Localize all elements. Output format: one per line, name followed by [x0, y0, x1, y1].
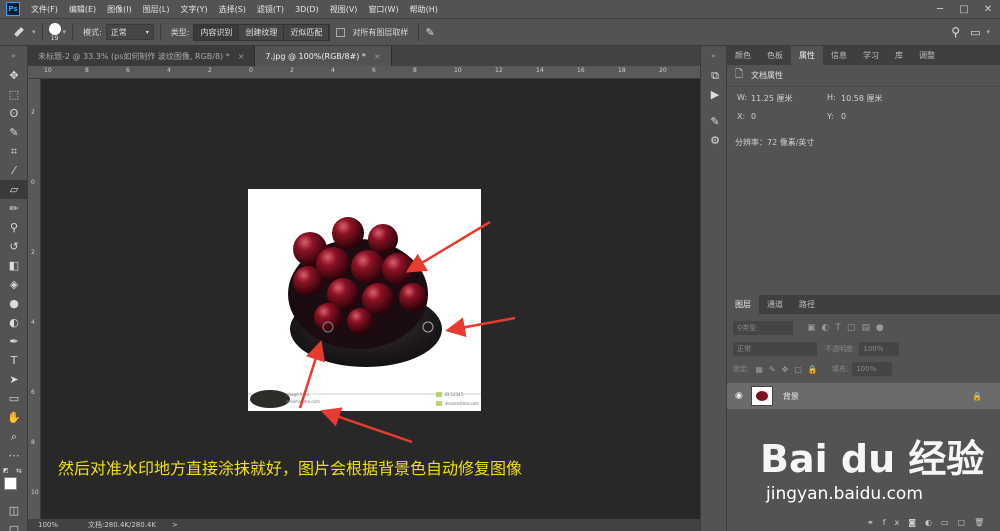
layer-row-background[interactable]: ◉ 背景 🔒 — [727, 383, 1000, 409]
actions-icon[interactable]: ▶ — [701, 85, 729, 104]
fill-label: 填充: — [831, 365, 849, 373]
tab-layers[interactable]: 图层 — [727, 295, 759, 314]
arrow — [298, 340, 325, 409]
expand-panels-icon[interactable]: « — [701, 46, 726, 66]
baidu-jingyan-url: jingyan.baidu.com — [766, 484, 923, 504]
annotation-arrows — [298, 220, 516, 444]
y-value[interactable]: 0 — [841, 112, 846, 121]
zoom-level[interactable]: 100% — [38, 521, 78, 529]
lock-row: 锁定: ▦✎✥▢🔒 填充: 100% — [733, 362, 893, 376]
caption-text: 然后对准水印地方直接涂抹就好，图片会根据背景色自动修复图像 — [58, 459, 523, 478]
layer-filter-select[interactable]: ⚲ 类型 — [733, 321, 793, 335]
layers-footer-icons[interactable]: ⚭fx◙◐▭▢🗑 — [867, 518, 993, 527]
tab-properties[interactable]: 属性 — [791, 46, 823, 65]
panel-icon-strip: « ⧉ ▶ ✎ ⚙ — [700, 46, 727, 531]
workspace-arrow-icon[interactable]: ▾ — [986, 28, 990, 36]
properties-body: W: 11.25 厘米 H: 10.58 厘米 X: 0 Y: 0 分辨率：72… — [727, 87, 1000, 154]
tab-paths[interactable]: 路径 — [791, 295, 823, 314]
tab-info[interactable]: 信息 — [823, 46, 855, 65]
properties-panel-tabs: 颜色 色板 属性 信息 学习 库 调整 — [727, 46, 1000, 65]
height-label: H: — [827, 93, 836, 102]
x-label: X: — [737, 112, 746, 121]
height-value[interactable]: 10.58 厘米 — [841, 93, 882, 104]
width-label: W: — [737, 93, 748, 102]
tab-swatches[interactable]: 色板 — [759, 46, 791, 65]
arrow — [405, 220, 491, 273]
y-label: Y: — [827, 112, 834, 121]
document-icon: 🗋 — [735, 69, 744, 80]
lock-icon: 🔒 — [972, 391, 982, 401]
blend-mode-select[interactable]: 正常 — [733, 342, 817, 356]
tab-color[interactable]: 颜色 — [727, 46, 759, 65]
lock-label: 锁定: — [733, 365, 750, 373]
eye-icon[interactable]: ◉ — [735, 391, 743, 401]
x-value[interactable]: 0 — [751, 112, 827, 121]
layer-filter-row: ⚲ 类型 ▣◐T▢▤● — [733, 321, 890, 335]
history-icon[interactable]: ⧉ — [701, 66, 729, 85]
opacity-input[interactable]: 100% — [859, 342, 900, 356]
opacity-value: 100% — [863, 345, 884, 353]
baidu-jingyan-logo: Bai du 经验 — [760, 437, 985, 481]
document-size: 文档:280.4K/280.4K — [88, 521, 156, 529]
lock-icons[interactable]: ▦✎✥▢🔒 — [755, 365, 823, 374]
properties-header: 🗋 文档属性 — [727, 65, 1000, 87]
fill-input[interactable]: 100% — [852, 362, 893, 376]
layer-thumbnail — [750, 386, 773, 406]
filter-label: 类型 — [742, 324, 757, 332]
layer-name: 背景 — [782, 391, 799, 401]
workspace-icon[interactable]: ▭ — [970, 26, 980, 39]
opacity-label: 不透明度: — [825, 345, 856, 353]
tab-libraries[interactable]: 库 — [887, 46, 911, 65]
search-icon[interactable]: ⚲ — [951, 25, 960, 39]
thumbnail-image — [755, 391, 768, 401]
brush-settings-icon[interactable]: ✎ — [701, 112, 729, 131]
minimize-button[interactable]: ─ — [928, 4, 952, 15]
layer-filter-icons[interactable]: ▣◐T▢▤● — [807, 323, 890, 333]
tab-learn[interactable]: 学习 — [855, 46, 887, 65]
status-menu-arrow[interactable]: > — [172, 521, 178, 529]
brush-presets-icon[interactable]: ⚙ — [701, 131, 729, 150]
tab-channels[interactable]: 通道 — [759, 295, 791, 314]
blend-mode-value: 正常 — [737, 345, 751, 353]
resolution-text: 分辨率：72 像素/英寸 — [735, 138, 815, 147]
layers-panel-tabs: 图层 通道 路径 — [727, 295, 1000, 314]
status-bar: 100% 文档:280.4K/280.4K > — [28, 519, 700, 531]
fill-value: 100% — [856, 365, 877, 373]
properties-title: 文档属性 — [751, 71, 784, 80]
maximize-button[interactable]: □ — [952, 4, 976, 15]
close-window-button[interactable]: ✕ — [976, 4, 1000, 15]
width-value[interactable]: 11.25 厘米 — [751, 93, 827, 104]
arrow — [320, 407, 413, 444]
blend-row: 正常 不透明度: 100% — [733, 342, 900, 356]
tab-adjustments[interactable]: 调整 — [911, 46, 943, 65]
arrow — [445, 316, 516, 338]
